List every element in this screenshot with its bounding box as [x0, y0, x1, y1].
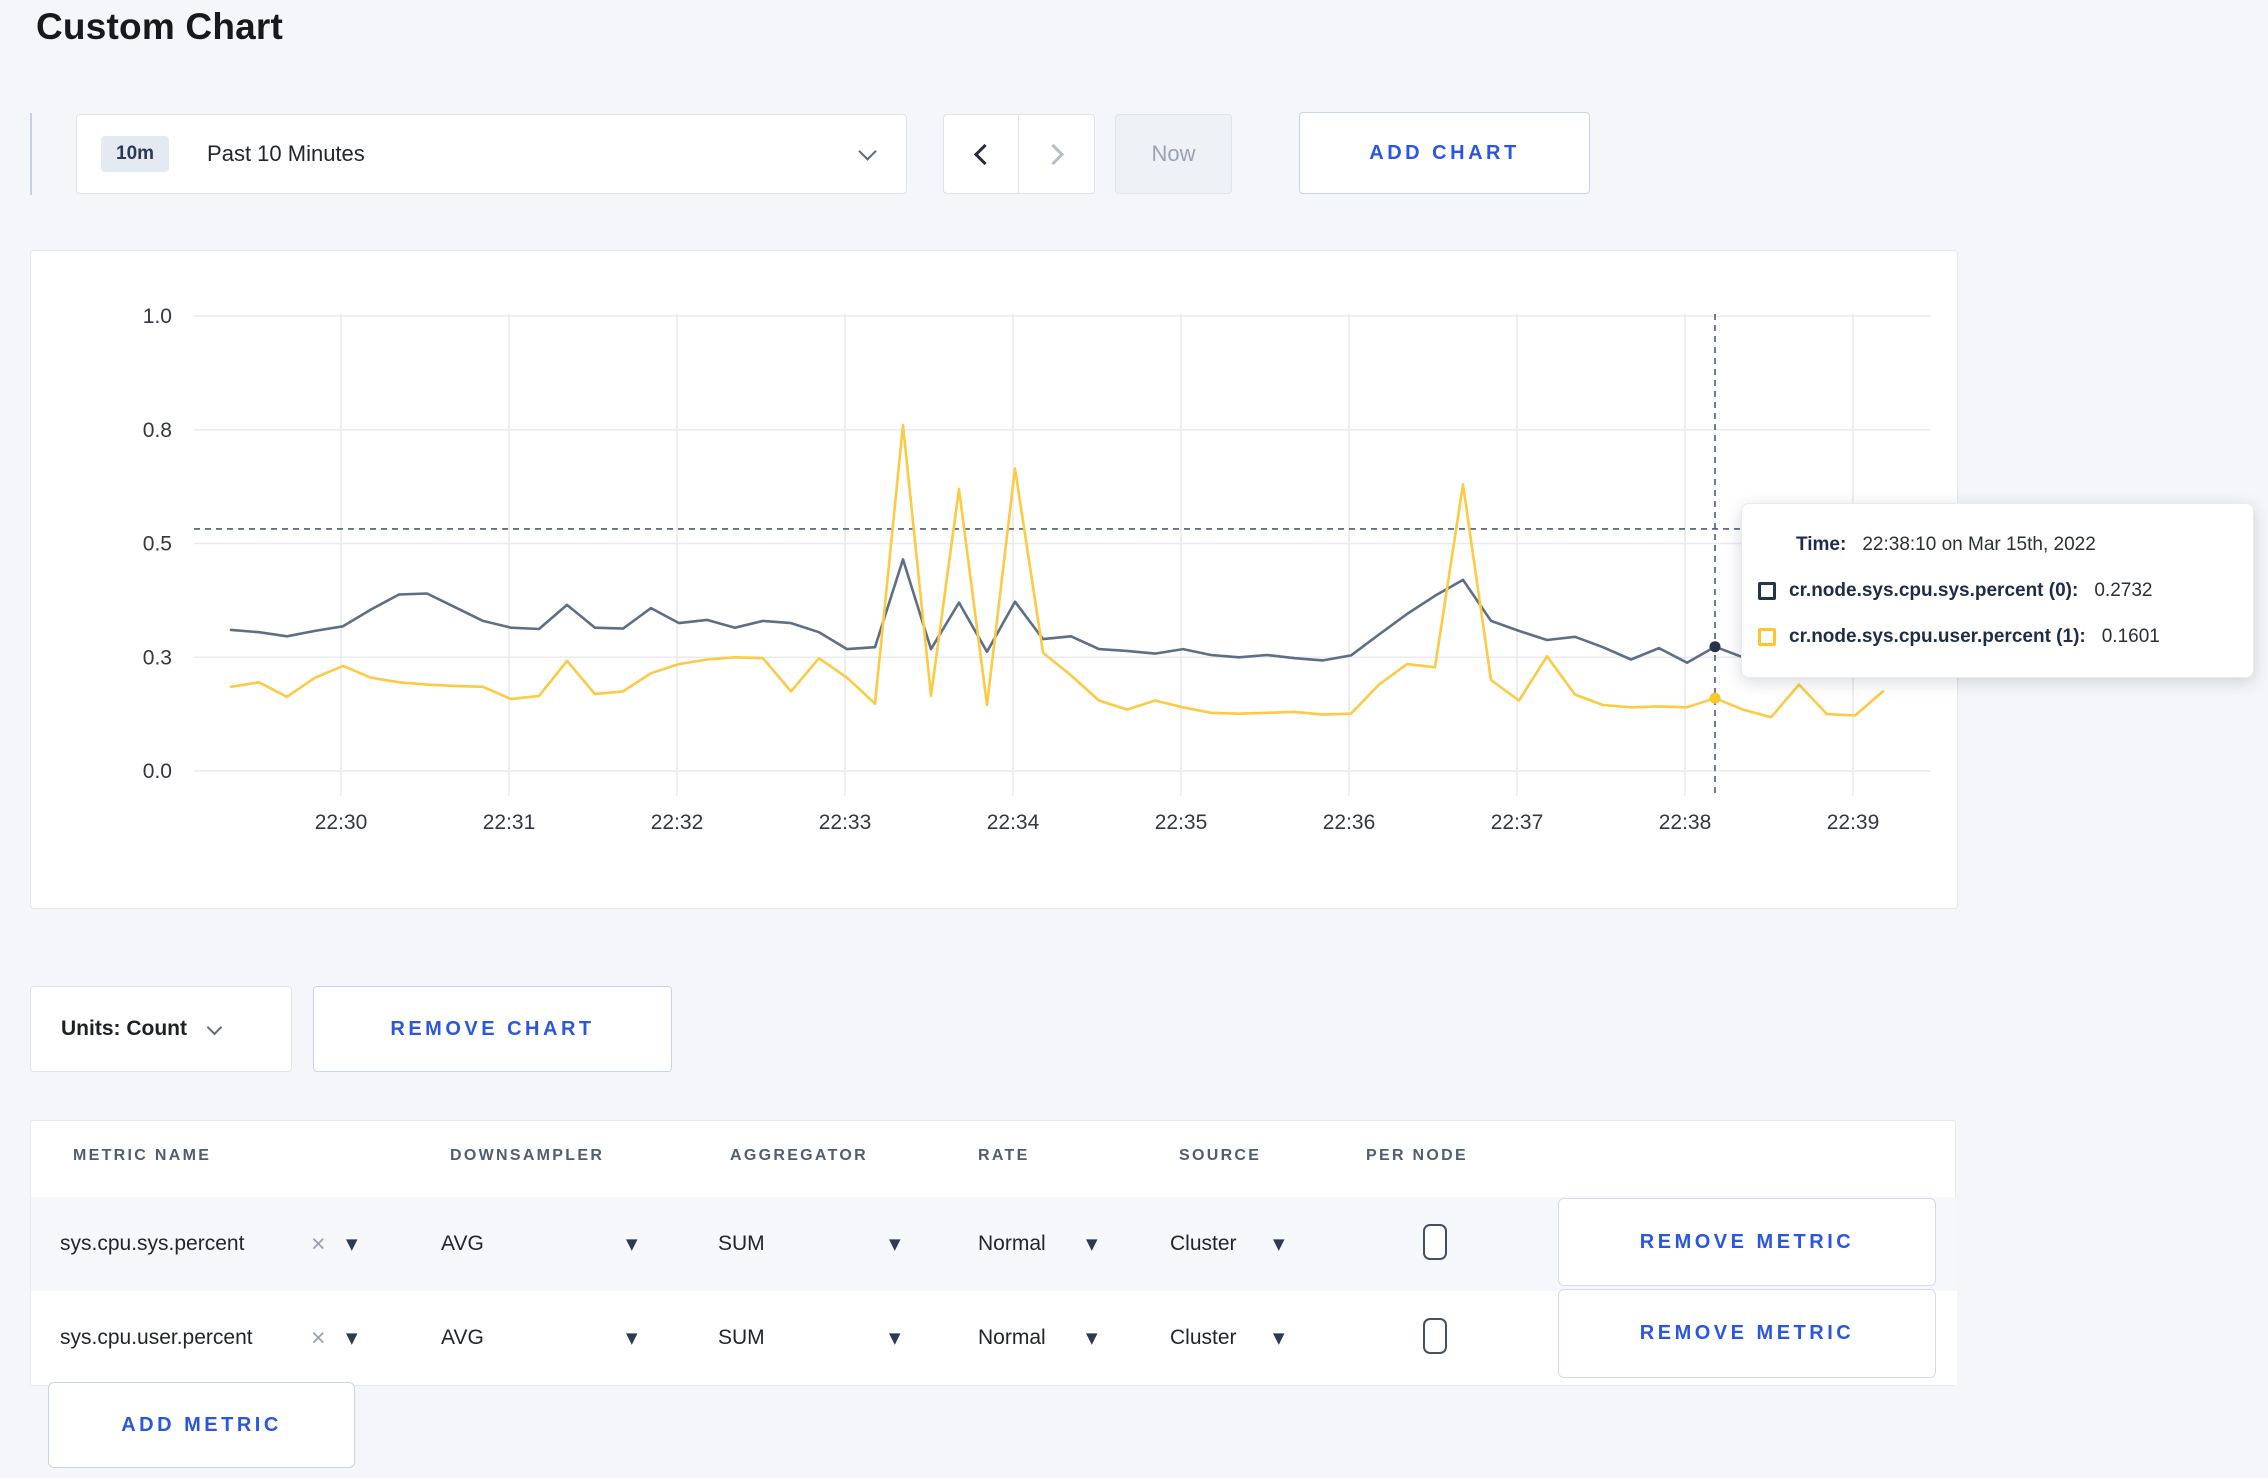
downsampler-select[interactable]: AVG — [441, 1291, 484, 1385]
page-title: Custom Chart — [36, 6, 284, 47]
units-dropdown[interactable]: Units: Count — [30, 986, 292, 1072]
tooltip-series-row: cr.node.sys.cpu.user.percent (1): 0.1601 — [1758, 614, 2253, 660]
caret-down-icon[interactable]: ▼ — [1086, 1291, 1098, 1385]
chart-plot-area[interactable]: 0.0 0.3 0.5 0.8 1.0 22:30 22:31 22:32 22:33 22:34… — [31, 251, 1959, 910]
chart-card: 0.0 0.3 0.5 0.8 1.0 22:30 22:31 22:32 22:33 22:34… — [30, 250, 1958, 909]
caret-down-icon[interactable]: ▼ — [1273, 1197, 1285, 1291]
time-range-label: Past 10 Minutes — [207, 141, 365, 166]
svg-text:22:36: 22:36 — [1323, 811, 1376, 834]
add-metric-button[interactable]: ADD METRIC — [48, 1382, 355, 1468]
svg-text:22:30: 22:30 — [315, 811, 368, 834]
col-header-source: SOURCE — [1179, 1147, 1262, 1164]
time-forward-button[interactable] — [1019, 114, 1095, 194]
svg-text:22:32: 22:32 — [651, 811, 704, 834]
toolbar-divider — [30, 113, 32, 195]
metric-name-select[interactable]: sys.cpu.sys.percent — [60, 1197, 244, 1291]
caret-down-icon[interactable]: ▼ — [346, 1291, 358, 1385]
chevron-left-icon — [973, 143, 995, 165]
time-nav-group — [943, 114, 1095, 194]
svg-text:0.8: 0.8 — [143, 419, 172, 442]
caret-down-icon[interactable]: ▼ — [889, 1291, 901, 1385]
now-button[interactable]: Now — [1115, 114, 1232, 194]
time-range-badge: 10m — [101, 136, 170, 172]
caret-down-icon[interactable]: ▼ — [346, 1197, 358, 1291]
remove-chart-button[interactable]: REMOVE CHART — [313, 986, 672, 1072]
col-header-per-node: PER NODE — [1366, 1147, 1468, 1164]
tooltip-series-value: 0.1601 — [2101, 626, 2160, 647]
svg-text:22:38: 22:38 — [1659, 811, 1712, 834]
chart-tooltip: Time: 22:38:10 on Mar 15th, 2022 cr.node… — [1741, 503, 2254, 678]
svg-text:0.5: 0.5 — [143, 533, 172, 556]
tooltip-time-label: Time: — [1796, 534, 1847, 555]
tooltip-series-row: cr.node.sys.cpu.sys.percent (0): 0.2732 — [1758, 568, 2253, 614]
svg-text:22:33: 22:33 — [819, 811, 872, 834]
downsampler-select[interactable]: AVG — [441, 1197, 484, 1291]
caret-down-icon[interactable]: ▼ — [626, 1291, 638, 1385]
chevron-down-icon — [858, 142, 877, 161]
custom-chart-page: Custom Chart 10m Past 10 Minutes Now ADD… — [0, 0, 2268, 1478]
chevron-down-icon — [206, 1019, 223, 1035]
series-user-swatch-icon — [1758, 628, 1776, 646]
clear-metric-icon[interactable]: × — [311, 1291, 326, 1385]
chevron-right-icon — [1042, 143, 1065, 165]
svg-text:0.3: 0.3 — [143, 646, 172, 669]
caret-down-icon[interactable]: ▼ — [1273, 1291, 1285, 1385]
rate-select[interactable]: Normal — [978, 1197, 1046, 1291]
time-back-button[interactable] — [943, 114, 1019, 194]
tooltip-series-name: cr.node.sys.cpu.user.percent (1): — [1789, 626, 2086, 647]
svg-text:0.0: 0.0 — [143, 760, 172, 783]
caret-down-icon[interactable]: ▼ — [626, 1197, 638, 1291]
svg-text:22:31: 22:31 — [483, 811, 536, 834]
series-sys-swatch-icon — [1758, 582, 1776, 600]
source-select[interactable]: Cluster — [1170, 1197, 1237, 1291]
tooltip-series-value: 0.2732 — [2094, 580, 2153, 601]
tooltip-time-row: Time: 22:38:10 on Mar 15th, 2022 — [1758, 522, 2253, 568]
clear-metric-icon[interactable]: × — [311, 1197, 326, 1291]
col-header-rate: RATE — [978, 1147, 1030, 1164]
per-node-checkbox[interactable] — [1423, 1224, 1447, 1260]
tooltip-time-value: 22:38:10 on Mar 15th, 2022 — [1862, 534, 2096, 555]
time-range-dropdown[interactable]: 10m Past 10 Minutes — [76, 114, 907, 194]
remove-metric-button[interactable]: REMOVE METRIC — [1558, 1198, 1936, 1286]
svg-text:22:37: 22:37 — [1491, 811, 1544, 834]
svg-text:22:35: 22:35 — [1155, 811, 1208, 834]
per-node-checkbox[interactable] — [1423, 1318, 1447, 1354]
remove-metric-button[interactable]: REMOVE METRIC — [1558, 1289, 1936, 1378]
add-chart-button[interactable]: ADD CHART — [1299, 112, 1590, 194]
metric-name-select[interactable]: sys.cpu.user.percent — [60, 1291, 253, 1385]
svg-text:1.0: 1.0 — [143, 305, 172, 328]
aggregator-select[interactable]: SUM — [718, 1197, 765, 1291]
caret-down-icon[interactable]: ▼ — [889, 1197, 901, 1291]
aggregator-select[interactable]: SUM — [718, 1291, 765, 1385]
col-header-downsampler: DOWNSAMPLER — [450, 1147, 605, 1164]
rate-select[interactable]: Normal — [978, 1291, 1046, 1385]
units-label: Units: Count — [61, 1017, 187, 1040]
source-select[interactable]: Cluster — [1170, 1291, 1237, 1385]
svg-text:22:39: 22:39 — [1827, 811, 1880, 834]
col-header-aggregator: AGGREGATOR — [730, 1147, 868, 1164]
svg-text:22:34: 22:34 — [987, 811, 1040, 834]
col-header-metric-name: METRIC NAME — [73, 1147, 212, 1164]
tooltip-series-name: cr.node.sys.cpu.sys.percent (0): — [1789, 580, 2079, 601]
caret-down-icon[interactable]: ▼ — [1086, 1197, 1098, 1291]
